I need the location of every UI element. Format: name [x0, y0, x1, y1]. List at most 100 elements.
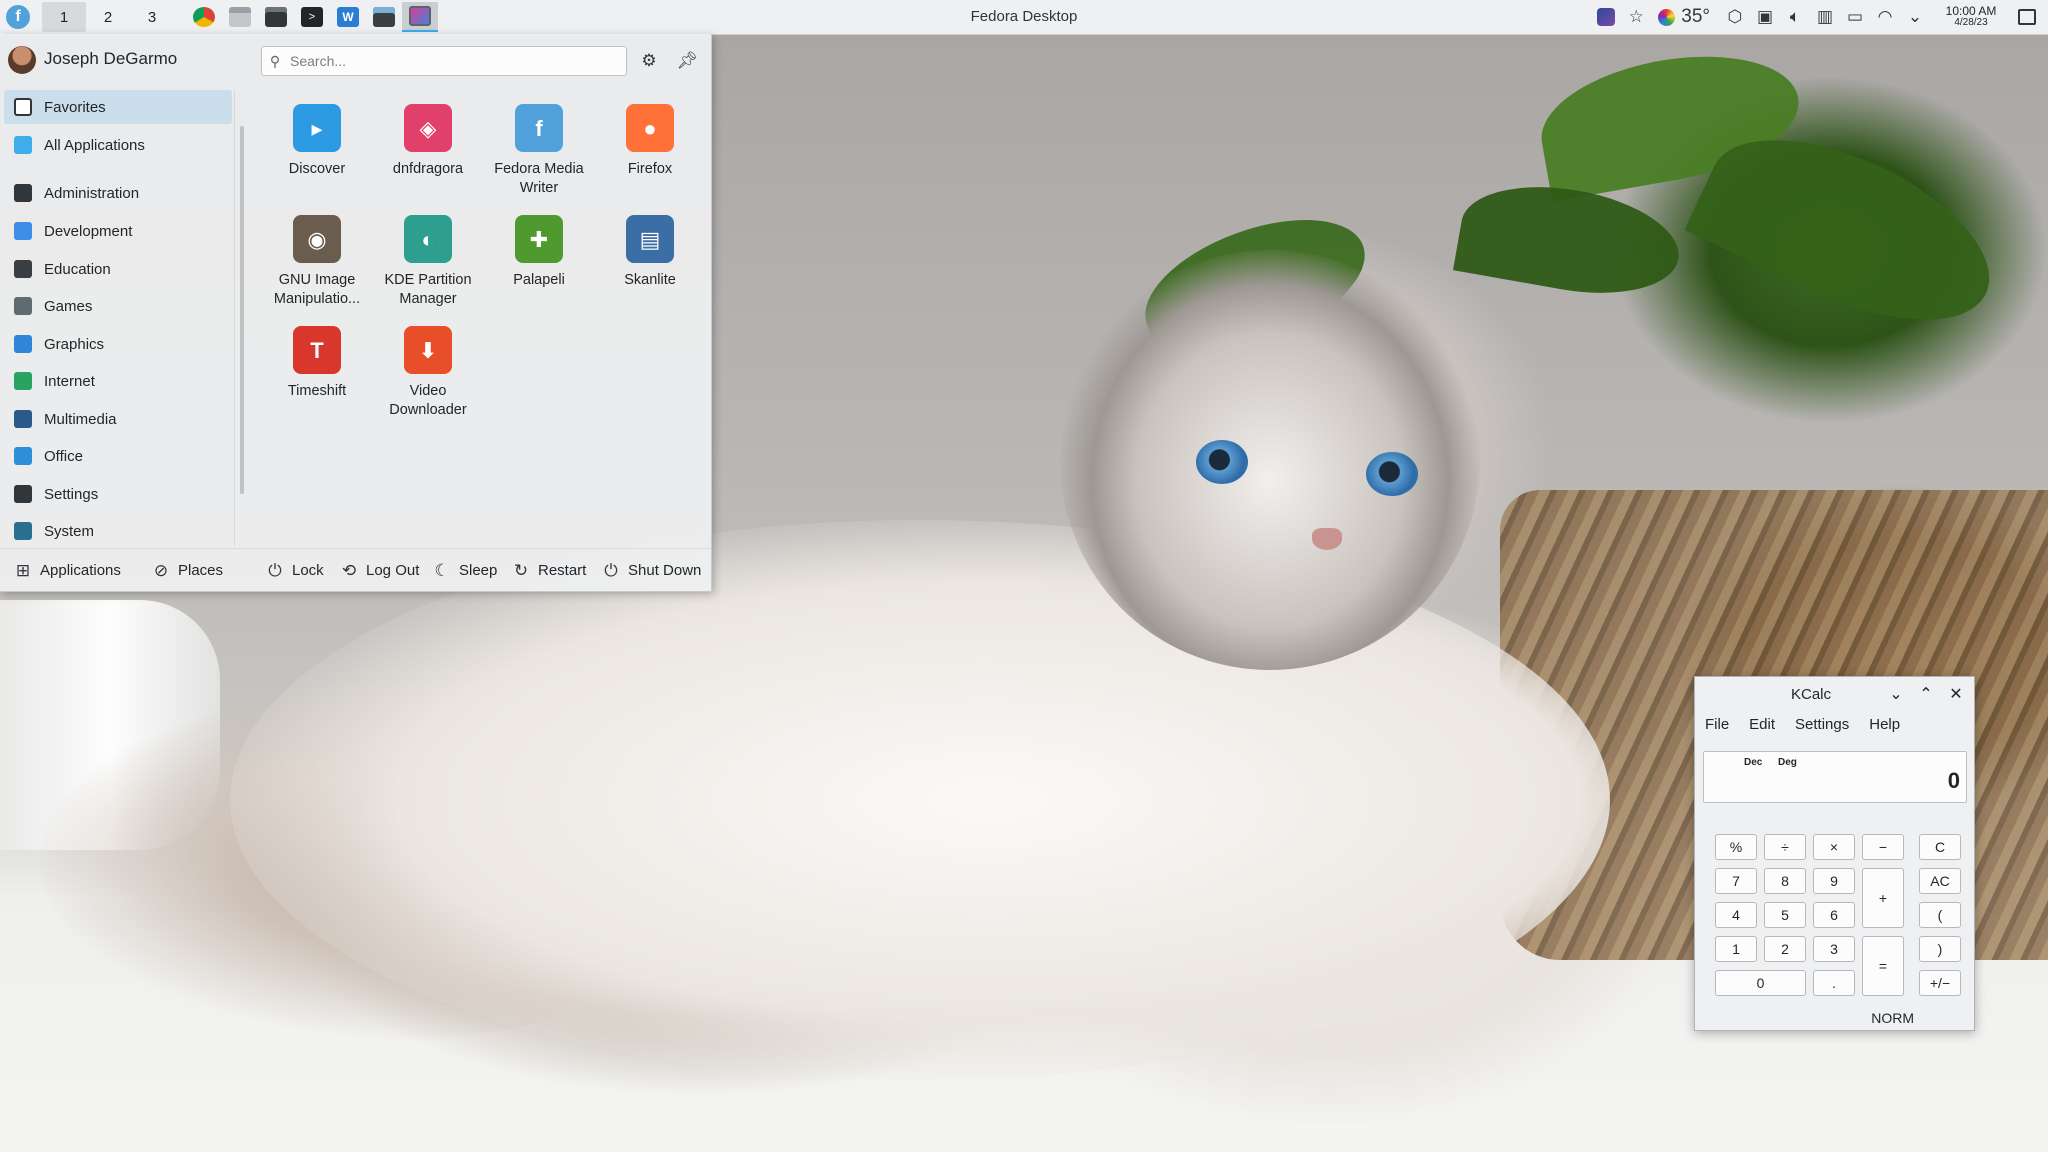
- chevron-down-icon[interactable]: ⌄: [1900, 0, 1930, 34]
- sidebar-item-office[interactable]: Office: [4, 439, 232, 473]
- places-tab[interactable]: ⊘ Places: [152, 549, 223, 592]
- applications-tab[interactable]: ⊞ Applications: [14, 549, 121, 592]
- app-item[interactable]: ◈ dnfdragora: [373, 98, 483, 179]
- color-picker-icon[interactable]: [1651, 0, 1681, 34]
- sidebar-item-administration[interactable]: Administration: [4, 176, 232, 210]
- video-downloader-icon: ⬇: [404, 326, 452, 374]
- search-icon: ⚲: [269, 52, 281, 69]
- menu-edit[interactable]: Edit: [1739, 711, 1785, 739]
- search-input[interactable]: [288, 52, 612, 70]
- percent-button[interactable]: %: [1715, 834, 1757, 860]
- menu-settings[interactable]: Settings: [1785, 711, 1859, 739]
- volume-icon[interactable]: 🔈︎: [1780, 0, 1810, 34]
- sleep-icon: ☾: [434, 560, 450, 580]
- pager-desktop-3[interactable]: 3: [130, 2, 174, 32]
- shutdown-button[interactable]: ⏻ Shut Down: [602, 549, 701, 592]
- timeshift-icon: T: [293, 326, 341, 374]
- logout-button[interactable]: ⟲ Log Out: [340, 549, 420, 592]
- task-kcalc[interactable]: [366, 2, 402, 32]
- bookmark-icon: [14, 98, 32, 116]
- close-paren-button[interactable]: ): [1919, 936, 1961, 962]
- star-icon[interactable]: ☆: [1621, 0, 1651, 34]
- sidebar-item-games[interactable]: Games: [4, 289, 232, 323]
- digit-1-button[interactable]: 1: [1715, 936, 1757, 962]
- pager-desktop-1[interactable]: 1: [42, 2, 86, 32]
- all-clear-button[interactable]: AC: [1919, 868, 1961, 894]
- app-item[interactable]: ⬇ Video Downloader: [373, 320, 483, 420]
- app-item-label: Fedora Media Writer: [494, 161, 584, 196]
- digit-6-button[interactable]: 6: [1813, 902, 1855, 928]
- maximize-icon[interactable]: ⌃: [1915, 683, 1937, 705]
- minus-button[interactable]: −: [1862, 834, 1904, 860]
- divide-button[interactable]: ÷: [1764, 834, 1806, 860]
- digit-9-button[interactable]: 9: [1813, 868, 1855, 894]
- app-item[interactable]: ▤ Skanlite: [595, 209, 705, 290]
- dropbox-icon[interactable]: ⬡: [1720, 0, 1750, 34]
- display-icon[interactable]: ▭: [1840, 0, 1870, 34]
- weather-temperature[interactable]: 35°: [1681, 6, 1710, 28]
- kcalc-titlebar[interactable]: KCalc ⌄ ⌃ ✕: [1695, 677, 1974, 711]
- task-writer[interactable]: W: [330, 2, 366, 32]
- sidebar-item-education[interactable]: Education: [4, 252, 232, 286]
- open-paren-button[interactable]: (: [1919, 902, 1961, 928]
- digit-8-button[interactable]: 8: [1764, 868, 1806, 894]
- task-settings[interactable]: [258, 2, 294, 32]
- sidebar-item-all-applications[interactable]: All Applications: [4, 128, 232, 162]
- pager-desktop-2[interactable]: 2: [86, 2, 130, 32]
- app-item[interactable]: T Timeshift: [262, 320, 372, 401]
- digit-0-button[interactable]: 0: [1715, 970, 1806, 996]
- app-item[interactable]: f Fedora Media Writer: [484, 98, 594, 198]
- digit-2-button[interactable]: 2: [1764, 936, 1806, 962]
- sidebar-item-settings[interactable]: Settings: [4, 477, 232, 511]
- clear-button[interactable]: C: [1919, 834, 1961, 860]
- pin-icon[interactable]: 📌︎: [674, 48, 700, 74]
- configure-icon[interactable]: ⚙: [636, 48, 662, 74]
- fedora-launcher-icon[interactable]: f: [6, 5, 30, 29]
- app-item[interactable]: ✚ Palapeli: [484, 209, 594, 290]
- app-item-label: Firefox: [627, 161, 673, 177]
- wifi-icon[interactable]: ◠: [1870, 0, 1900, 34]
- app-item[interactable]: ◉ GNU Image Manipulatio...: [262, 209, 372, 309]
- multiply-button[interactable]: ×: [1813, 834, 1855, 860]
- equals-button[interactable]: =: [1862, 936, 1904, 996]
- digit-4-button[interactable]: 4: [1715, 902, 1757, 928]
- fedora-media-writer-icon: f: [515, 104, 563, 152]
- sidebar-item-system[interactable]: System: [4, 514, 232, 548]
- plus-button[interactable]: +: [1862, 868, 1904, 928]
- menu-help[interactable]: Help: [1859, 711, 1910, 739]
- sidebar-item-graphics[interactable]: Graphics: [4, 327, 232, 361]
- task-file-manager[interactable]: [222, 2, 258, 32]
- digit-7-button[interactable]: 7: [1715, 868, 1757, 894]
- system-tray: ☆ 35° ⬡ ▣ 🔈︎ ▥ ▭ ◠ ⌄ 10:00 AM 4/28/23: [1591, 0, 2048, 34]
- digit-5-button[interactable]: 5: [1764, 902, 1806, 928]
- decimal-button[interactable]: .: [1813, 970, 1855, 996]
- app-item[interactable]: ● Firefox: [595, 98, 705, 179]
- app-tray-icon[interactable]: [1591, 0, 1621, 34]
- digit-3-button[interactable]: 3: [1813, 936, 1855, 962]
- lock-button[interactable]: ⏻︎ Lock: [266, 549, 323, 592]
- category-scrollbar[interactable]: [240, 126, 244, 494]
- menu-file[interactable]: File: [1695, 711, 1739, 739]
- sidebar-item-internet[interactable]: Internet: [4, 364, 232, 398]
- clipboard-icon[interactable]: ▣: [1750, 0, 1780, 34]
- avatar[interactable]: [8, 46, 36, 74]
- sleep-button[interactable]: ☾ Sleep: [433, 549, 497, 592]
- app-item[interactable]: ◐ KDE Partition Manager: [373, 209, 483, 309]
- sidebar-item-favorites[interactable]: Favorites: [4, 90, 232, 124]
- task-chrome[interactable]: [186, 2, 222, 32]
- device-icon[interactable]: ▥: [1810, 0, 1840, 34]
- close-icon[interactable]: ✕: [1945, 683, 1967, 705]
- app-item[interactable]: ▸ Discover: [262, 98, 372, 179]
- dnfdragora-icon: ◈: [404, 104, 452, 152]
- task-terminal[interactable]: >: [294, 2, 330, 32]
- task-monitor[interactable]: [402, 2, 438, 32]
- sign-toggle-button[interactable]: +/−: [1919, 970, 1961, 996]
- app-item-label: Timeshift: [287, 383, 347, 399]
- digital-clock[interactable]: 10:00 AM 4/28/23: [1936, 5, 2006, 29]
- restart-button[interactable]: ↻ Restart: [512, 549, 586, 592]
- sidebar-item-development[interactable]: Development: [4, 214, 232, 248]
- search-field[interactable]: ⚲: [261, 46, 627, 76]
- sidebar-item-multimedia[interactable]: Multimedia: [4, 402, 232, 436]
- show-desktop-button[interactable]: [2018, 9, 2036, 25]
- minimize-icon[interactable]: ⌄: [1885, 683, 1907, 705]
